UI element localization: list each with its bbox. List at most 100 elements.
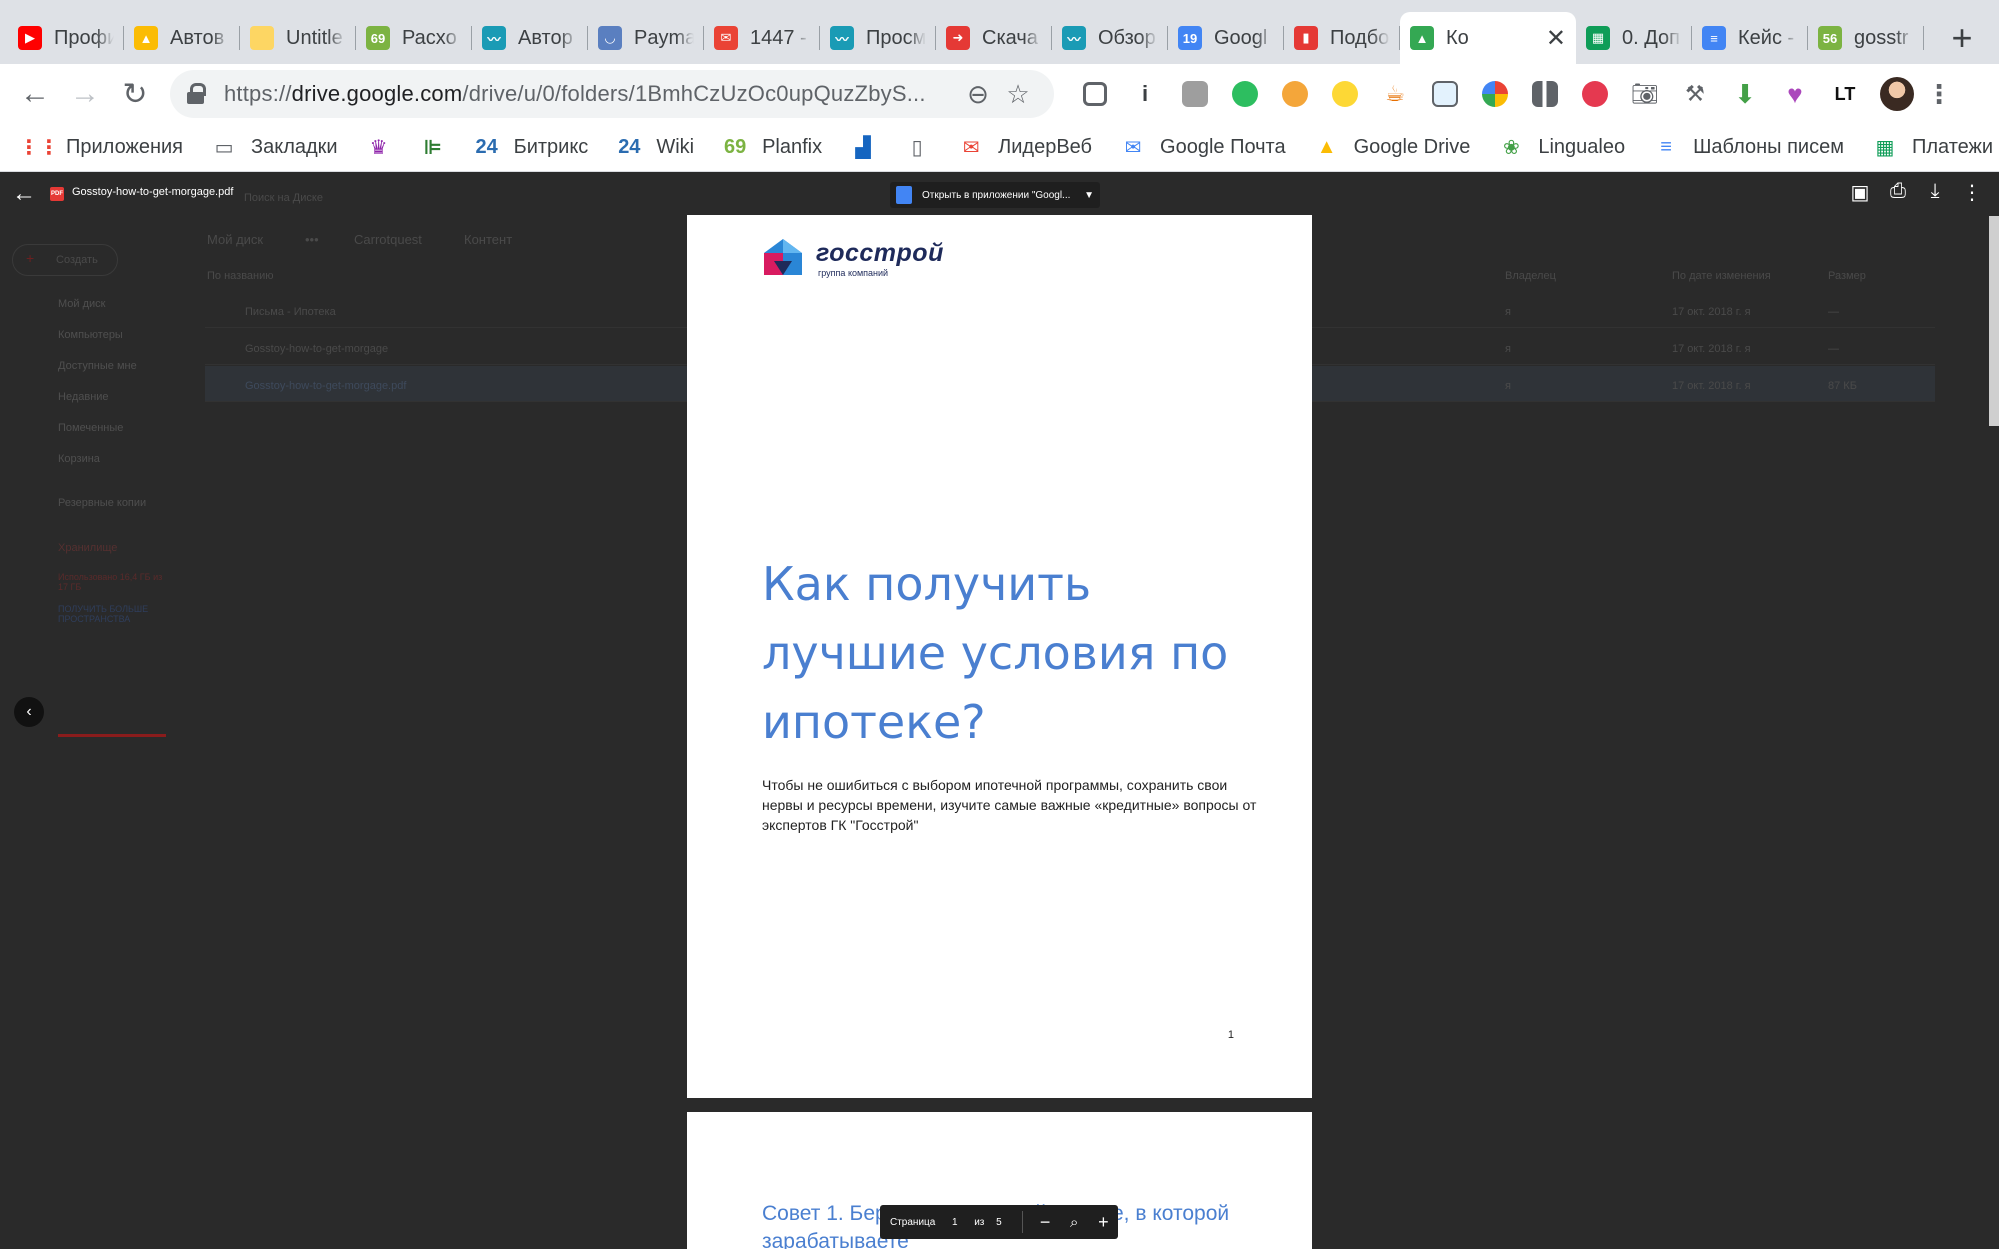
tab[interactable]: ✉ 1447 - — [704, 12, 820, 64]
bookmark-item[interactable]: 24 Битрикс — [474, 135, 588, 161]
download-arrow-extension-icon[interactable]: ⬇ — [1725, 74, 1765, 114]
collapse-sidebar-icon[interactable]: ‹ — [14, 697, 44, 727]
scrollbar[interactable] — [1989, 216, 1999, 426]
sidebar-item-computers[interactable]: Компьютеры — [58, 329, 123, 341]
browser-menu-icon[interactable]: ⋮ — [1924, 79, 1954, 110]
bookmark-item[interactable]: ▦ Платежи — [1872, 135, 1994, 161]
tab[interactable]: ◡ Payma — [588, 12, 704, 64]
zoom-icon[interactable]: ⌕ — [1060, 1214, 1089, 1231]
extensions-area: i ☕ 📷︎ ⚒ ⬇ ♥ LT ⋮ — [1070, 64, 1954, 124]
bookmark-item[interactable]: 69 Planfix — [722, 135, 822, 161]
breadcrumb-more[interactable]: ••• — [305, 232, 319, 247]
address-bar[interactable]: https://drive.google.com/drive/u/0/folde… — [170, 70, 1054, 118]
tab[interactable]: Untitle — [240, 12, 356, 64]
breadcrumb-carrotquest[interactable]: Carrotquest — [354, 232, 422, 247]
paymaster-icon: ◡ — [598, 26, 622, 50]
tab-active[interactable]: ▲ Ко ✕ — [1400, 12, 1576, 64]
sidebar-item-shared[interactable]: Доступные мне — [58, 360, 137, 372]
window-extension-icon[interactable] — [1425, 74, 1465, 114]
columns-extension-icon[interactable] — [1525, 74, 1565, 114]
emoji-extension-icon[interactable] — [1325, 74, 1365, 114]
breadcrumb-content[interactable]: Контент — [464, 232, 512, 247]
bookmark-item[interactable]: 24 Wiki — [616, 135, 694, 161]
avatar[interactable] — [1880, 77, 1914, 111]
bookmark-item[interactable]: ▲ Google Drive — [1314, 135, 1471, 161]
new-tab-icon[interactable]: + — [1938, 12, 1986, 64]
add-comment-icon[interactable]: ▣ — [1846, 180, 1874, 205]
sidebar-item-storage[interactable]: Хранилище — [58, 542, 117, 554]
storage-upgrade-link[interactable]: ПОЛУЧИТЬ БОЛЬШЕ ПРОСТРАНСТВА — [58, 604, 168, 624]
tab[interactable]: ≡ Кейс - — [1692, 12, 1808, 64]
tab-title: gosstr — [1854, 26, 1909, 49]
more-options-icon[interactable]: ⋮ — [1958, 180, 1986, 205]
sidebar-item-trash[interactable]: Корзина — [58, 453, 100, 465]
tab[interactable]: 56 gosstr — [1808, 12, 1924, 64]
paw-extension-icon[interactable] — [1275, 74, 1315, 114]
calendar-icon: 19 — [1178, 26, 1202, 50]
column-size[interactable]: Размер — [1828, 270, 1866, 282]
current-page-input[interactable]: 1 — [935, 1217, 974, 1228]
tab[interactable]: ▮ Подбо — [1284, 12, 1400, 64]
bookmark-item[interactable]: ▯ — [904, 135, 930, 161]
evernote-icon[interactable] — [1225, 74, 1265, 114]
bookmark-item[interactable]: ⊫ — [420, 135, 446, 161]
star-icon[interactable]: ☆ — [998, 79, 1038, 110]
zoom-in-icon[interactable]: + — [1089, 1212, 1118, 1233]
sidebar-item-my-drive[interactable]: Мой диск — [58, 298, 105, 310]
tab[interactable]: ▶ Профи — [8, 12, 124, 64]
tab[interactable]: ▲ Автов — [124, 12, 240, 64]
forward-arrow-icon[interactable]: → — [60, 69, 110, 119]
column-modified[interactable]: По дате изменения — [1672, 270, 1771, 282]
timer-extension-icon[interactable] — [1075, 74, 1115, 114]
file-modified: 17 окт. 2018 г. я — [1672, 306, 1751, 318]
bookmark-item[interactable]: ✉ Google Почта — [1120, 135, 1286, 161]
bookmark-item[interactable]: ▭ Закладки — [211, 135, 338, 161]
sidebar-item-backups[interactable]: Резервные копии — [58, 497, 146, 509]
bookmark-item[interactable]: ✉ ЛидерВеб — [958, 135, 1092, 161]
file-modified: 17 окт. 2018 г. я — [1672, 380, 1751, 392]
bookmark-item[interactable]: ≡ Шаблоны писем — [1653, 135, 1844, 161]
bookmark-item[interactable]: ♛ — [366, 135, 392, 161]
red-extension-icon[interactable] — [1575, 74, 1615, 114]
tab[interactable]: ➜ Скача — [936, 12, 1052, 64]
bookmark-item[interactable]: ❀ Lingualeo — [1498, 135, 1625, 161]
tab[interactable]: 〰 Обзор — [1052, 12, 1168, 64]
zoom-icon[interactable]: ⊖ — [958, 79, 998, 110]
camera-icon[interactable]: 📷︎ — [1625, 74, 1665, 114]
lt-extension-icon[interactable]: LT — [1825, 74, 1865, 114]
column-name[interactable]: По названию — [207, 270, 274, 282]
tab[interactable]: ▦ 0. Доп — [1576, 12, 1692, 64]
tab-title: Кейс - — [1738, 26, 1795, 49]
file-size: 87 КБ — [1828, 380, 1857, 392]
open-with-button[interactable]: Открыть в приложении "Googl... ▼ — [890, 182, 1100, 208]
close-viewer-icon[interactable]: ← — [12, 180, 40, 208]
back-arrow-icon[interactable]: ← — [10, 69, 60, 119]
column-owner[interactable]: Владелец — [1505, 270, 1556, 282]
chevron-down-icon[interactable]: ▼ — [1084, 190, 1094, 201]
logo-subtitle: группа компаний — [818, 268, 889, 278]
breadcrumb-my-drive[interactable]: Мой диск — [207, 232, 263, 247]
url-text[interactable]: https://drive.google.com/drive/u/0/folde… — [224, 81, 958, 107]
bookmark-item[interactable]: ⋮⋮ Приложения — [19, 135, 183, 161]
download-icon[interactable]: ⤓ — [1921, 180, 1949, 203]
heart-extension-icon[interactable]: ♥ — [1775, 74, 1815, 114]
page-label: Страница — [890, 1216, 936, 1228]
pinwheel-extension-icon[interactable] — [1475, 74, 1515, 114]
tab[interactable]: 〰 Просм — [820, 12, 936, 64]
sidebar-item-starred[interactable]: Помеченные — [58, 422, 123, 434]
tab[interactable]: 69 Расхо — [356, 12, 472, 64]
java-extension-icon[interactable]: ☕ — [1375, 74, 1415, 114]
bookmarks-bar: ⋮⋮ Приложения ▭ Закладки ♛ ⊫ 24 Битрикс 24 Wiki 69… — [0, 124, 1999, 172]
close-icon[interactable]: ✕ — [1546, 24, 1566, 53]
sidebar-item-recent[interactable]: Недавние — [58, 391, 109, 403]
flag-extension-icon[interactable] — [1175, 74, 1215, 114]
lock-icon[interactable] — [186, 83, 206, 105]
reload-icon[interactable]: ↻ — [110, 69, 160, 119]
tab[interactable]: 19 Googl — [1168, 12, 1284, 64]
print-icon[interactable]: ⎙ — [1884, 180, 1912, 203]
zoom-out-icon[interactable]: − — [1031, 1212, 1060, 1233]
tab[interactable]: 〰 Автор — [472, 12, 588, 64]
tool-extension-icon[interactable]: ⚒ — [1675, 74, 1715, 114]
bookmark-item[interactable]: ▟ — [850, 135, 876, 161]
info-extension-icon[interactable]: i — [1125, 74, 1165, 114]
